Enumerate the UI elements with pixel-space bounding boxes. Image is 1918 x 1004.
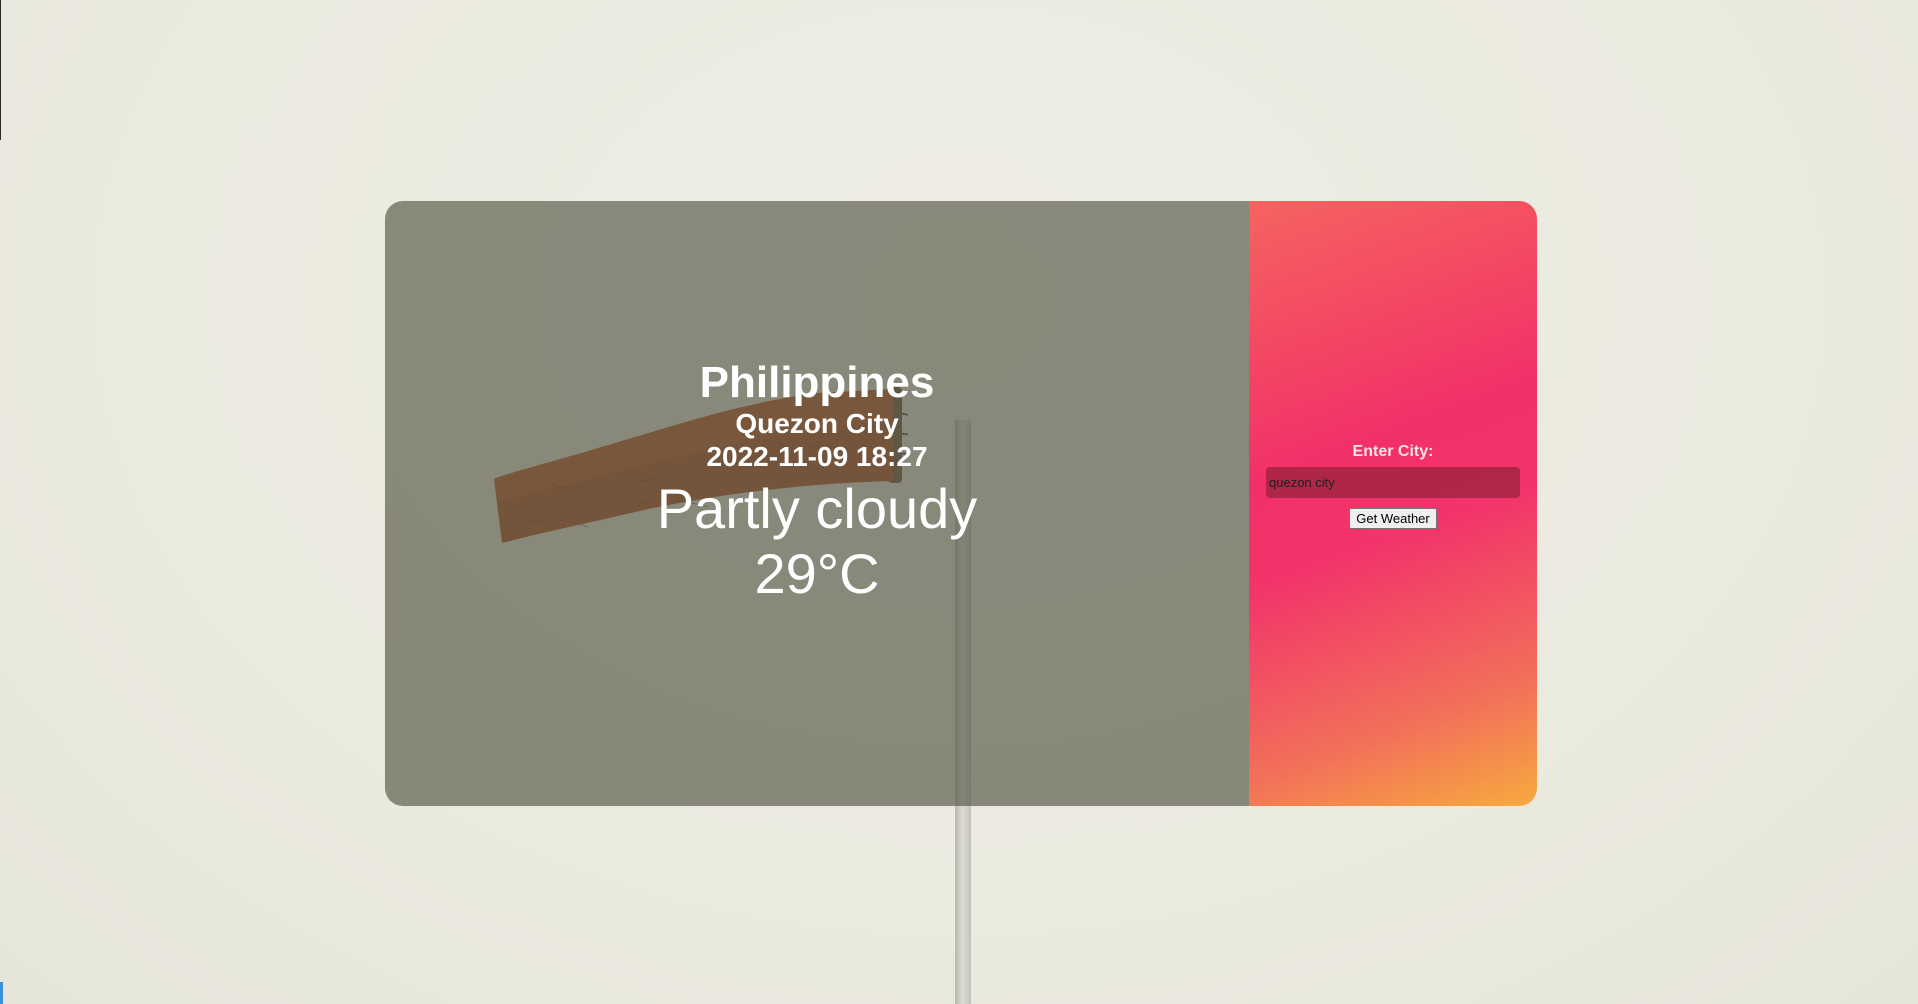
temperature: 29°C [754, 541, 880, 605]
local-datetime: 2022-11-09 18:27 [706, 440, 928, 472]
city-name: Quezon City [735, 407, 899, 439]
country-name: Philippines [699, 357, 935, 407]
weather-condition: Partly cloudy [656, 476, 978, 540]
weather-card: Philippines Quezon City 2022-11-09 18:27… [385, 201, 1537, 806]
city-search-panel: Enter City: Get Weather [1249, 201, 1537, 806]
get-weather-button[interactable]: Get Weather [1349, 507, 1437, 529]
city-input[interactable] [1266, 466, 1520, 498]
window-corner-mark [0, 982, 3, 1004]
window-edge [0, 0, 1, 140]
city-input-label: Enter City: [1352, 442, 1434, 460]
weather-display-panel: Philippines Quezon City 2022-11-09 18:27… [385, 201, 1249, 806]
